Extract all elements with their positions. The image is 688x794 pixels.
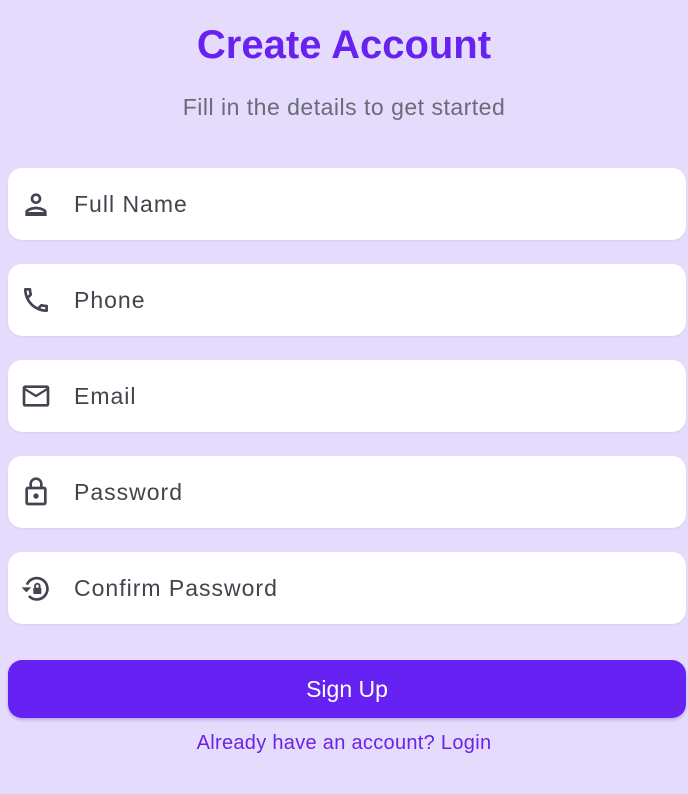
email-input[interactable] — [74, 360, 674, 432]
email-field[interactable] — [8, 360, 686, 432]
lock-icon — [20, 476, 52, 508]
full-name-input[interactable] — [74, 168, 674, 240]
page-title: Create Account — [196, 23, 492, 67]
page-subtitle: Fill in the details to get started — [182, 94, 506, 120]
password-field[interactable] — [8, 456, 686, 528]
phone-icon — [20, 284, 52, 316]
mail-icon — [20, 380, 52, 412]
person-icon — [20, 188, 52, 220]
password-input[interactable] — [74, 456, 674, 528]
full-name-field[interactable] — [8, 168, 686, 240]
lock-reset-icon — [20, 572, 52, 604]
phone-input[interactable] — [74, 264, 674, 336]
confirm-password-field[interactable] — [8, 552, 686, 624]
login-link[interactable]: Already have an account? Login — [0, 729, 688, 757]
sign-up-button[interactable]: Sign Up — [8, 660, 686, 718]
phone-field[interactable] — [8, 264, 686, 336]
confirm-password-input[interactable] — [74, 552, 674, 624]
